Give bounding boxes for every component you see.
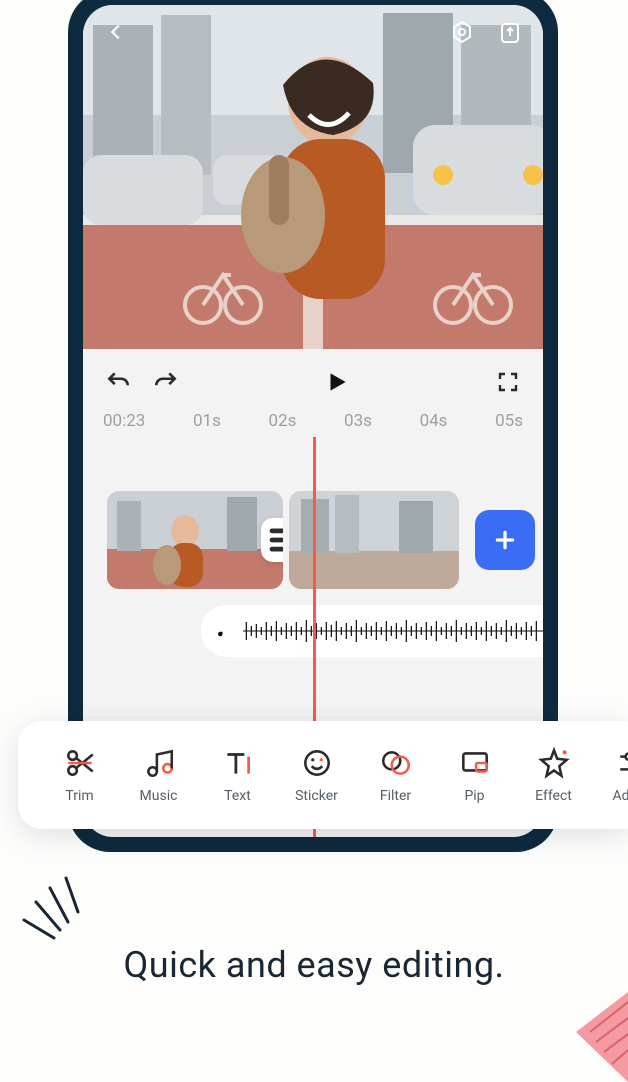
sliders-icon: [616, 746, 628, 780]
editor-screen: 00:23 01s 02s 03s 04s 05s: [83, 5, 543, 837]
tool-effect[interactable]: Effect: [514, 746, 593, 804]
pip-icon: [458, 746, 492, 780]
time-tick: 02s: [269, 411, 297, 431]
time-tick: 05s: [495, 411, 523, 431]
fullscreen-icon: [496, 370, 520, 394]
music-icon: [142, 746, 176, 780]
transition-button[interactable]: [261, 518, 283, 562]
export-icon: [498, 20, 522, 44]
tool-trim[interactable]: Trim: [40, 746, 119, 804]
plus-icon: [492, 527, 518, 553]
tool-sticker[interactable]: Sticker: [277, 746, 356, 804]
tool-label: Text: [224, 788, 251, 804]
tool-music[interactable]: Music: [119, 746, 198, 804]
scissors-icon: [63, 746, 97, 780]
tool-label: Trim: [65, 788, 93, 804]
play-icon: [324, 369, 350, 395]
time-tick: 04s: [420, 411, 448, 431]
preview-image: [83, 5, 543, 349]
time-tick: 01s: [193, 411, 221, 431]
corner-decoration: [576, 992, 628, 1082]
audio-waveform: [243, 616, 543, 646]
video-preview[interactable]: [83, 5, 543, 349]
filter-icon: [379, 746, 413, 780]
hexagon-settings-icon: [450, 20, 474, 44]
tool-label: Music: [140, 788, 178, 804]
music-note-icon: [215, 622, 233, 640]
transition-icon: [261, 518, 283, 562]
tool-label: Adjust: [613, 788, 628, 804]
star-icon: [537, 746, 571, 780]
settings-button[interactable]: [447, 17, 477, 47]
export-button[interactable]: [495, 17, 525, 47]
tool-label: Sticker: [295, 788, 338, 804]
fullscreen-button[interactable]: [495, 369, 521, 395]
player-controls: [83, 349, 543, 407]
tool-label: Filter: [380, 788, 411, 804]
redo-button[interactable]: [153, 369, 179, 395]
tool-adjust[interactable]: Adjust: [593, 746, 628, 804]
add-clip-button[interactable]: [475, 510, 535, 570]
tool-label: Pip: [464, 788, 484, 804]
undo-button[interactable]: [105, 369, 131, 395]
video-clip-1[interactable]: [107, 491, 283, 589]
text-icon: [221, 746, 255, 780]
undo-icon: [105, 369, 131, 395]
back-button[interactable]: [101, 17, 131, 47]
tool-pip[interactable]: Pip: [435, 746, 514, 804]
tool-text[interactable]: Text: [198, 746, 277, 804]
time-ruler: 00:23 01s 02s 03s 04s 05s: [83, 407, 543, 437]
time-tick: 03s: [344, 411, 372, 431]
audio-track[interactable]: [201, 605, 543, 657]
marketing-headline: Quick and easy editing.: [0, 944, 628, 986]
sticker-icon: [300, 746, 334, 780]
current-time: 00:23: [103, 411, 145, 431]
play-button[interactable]: [322, 367, 352, 397]
chevron-left-icon: [105, 21, 127, 43]
redo-icon: [153, 369, 179, 395]
tool-filter[interactable]: Filter: [356, 746, 435, 804]
tool-label: Effect: [535, 788, 572, 804]
editing-toolbar: Trim Music Text Sticker Filter Pip: [18, 721, 628, 829]
